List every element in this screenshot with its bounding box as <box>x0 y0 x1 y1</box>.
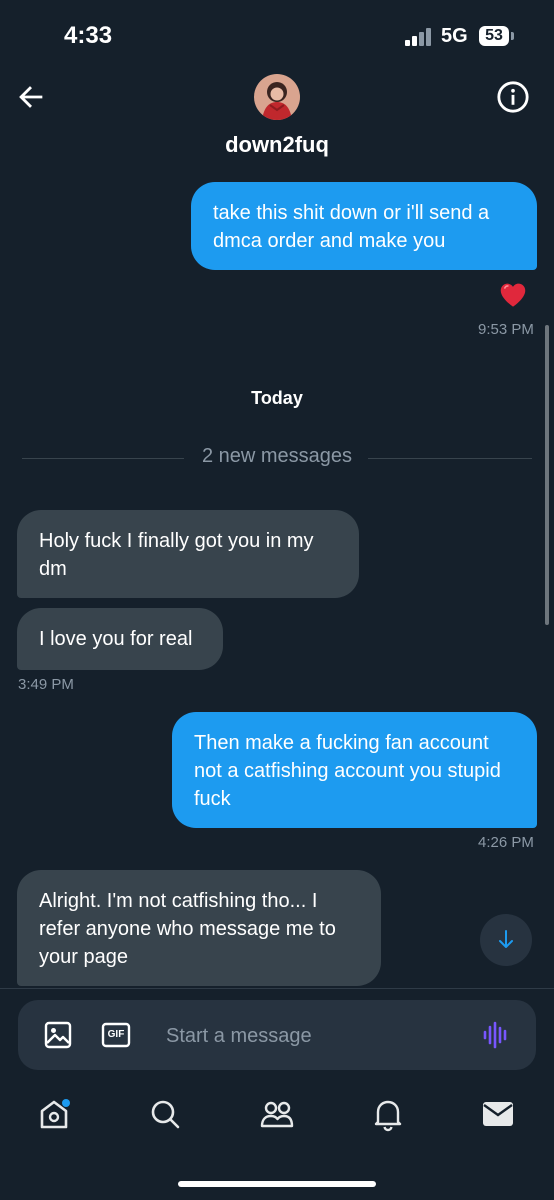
incoming-message[interactable]: Alright. I'm not catfishing tho... I ref… <box>17 870 381 986</box>
notifications-icon[interactable] <box>368 1094 408 1134</box>
avatar[interactable] <box>254 74 300 120</box>
message-timestamp: 4:26 PM <box>478 834 534 851</box>
home-indicator[interactable] <box>178 1181 376 1187</box>
message-input[interactable] <box>164 1019 468 1053</box>
search-icon[interactable] <box>145 1094 185 1134</box>
date-separator: Today <box>251 388 303 408</box>
message-composer: GIF <box>18 1000 536 1070</box>
info-circle-icon[interactable] <box>496 80 530 114</box>
outgoing-message[interactable]: take this shit down or i'll send a dmca … <box>191 182 537 270</box>
new-messages-divider-right <box>368 458 532 459</box>
incoming-message[interactable]: I love you for real <box>17 608 223 670</box>
incoming-message[interactable]: Holy fuck I finally got you in my dm <box>17 510 359 598</box>
arrow-left-icon[interactable] <box>14 80 48 114</box>
outgoing-message[interactable]: Then make a fucking fan account not a ca… <box>172 712 537 828</box>
messages-icon[interactable] <box>478 1094 518 1134</box>
signal-icon <box>405 28 435 46</box>
heart-reaction-icon[interactable] <box>499 282 527 308</box>
arrow-down-icon <box>499 930 513 948</box>
communities-icon[interactable] <box>257 1094 297 1134</box>
network-label: 5G <box>441 25 468 47</box>
message-timestamp: 3:49 PM <box>18 676 74 693</box>
home-icon[interactable] <box>34 1094 74 1134</box>
composer-separator <box>0 988 554 989</box>
new-messages-divider: 2 new messages <box>201 445 353 467</box>
conversation-username[interactable]: down2fuq <box>0 132 554 158</box>
conversation-header: down2fuq <box>0 70 554 170</box>
battery-icon: 53 <box>479 26 509 46</box>
scrollbar[interactable] <box>545 325 549 625</box>
message-timestamp: 9:53 PM <box>478 321 534 338</box>
gif-label: GIF <box>107 1029 125 1040</box>
scroll-to-bottom-button[interactable] <box>480 914 532 966</box>
status-bar: 4:33 5G 53 <box>0 0 554 72</box>
image-icon[interactable] <box>42 1019 74 1051</box>
bottom-navigation <box>0 1086 554 1146</box>
gif-button[interactable]: GIF <box>100 1019 132 1051</box>
voice-waveform-icon[interactable] <box>480 1019 512 1051</box>
status-time: 4:33 <box>64 22 113 49</box>
battery-tip <box>511 32 514 40</box>
